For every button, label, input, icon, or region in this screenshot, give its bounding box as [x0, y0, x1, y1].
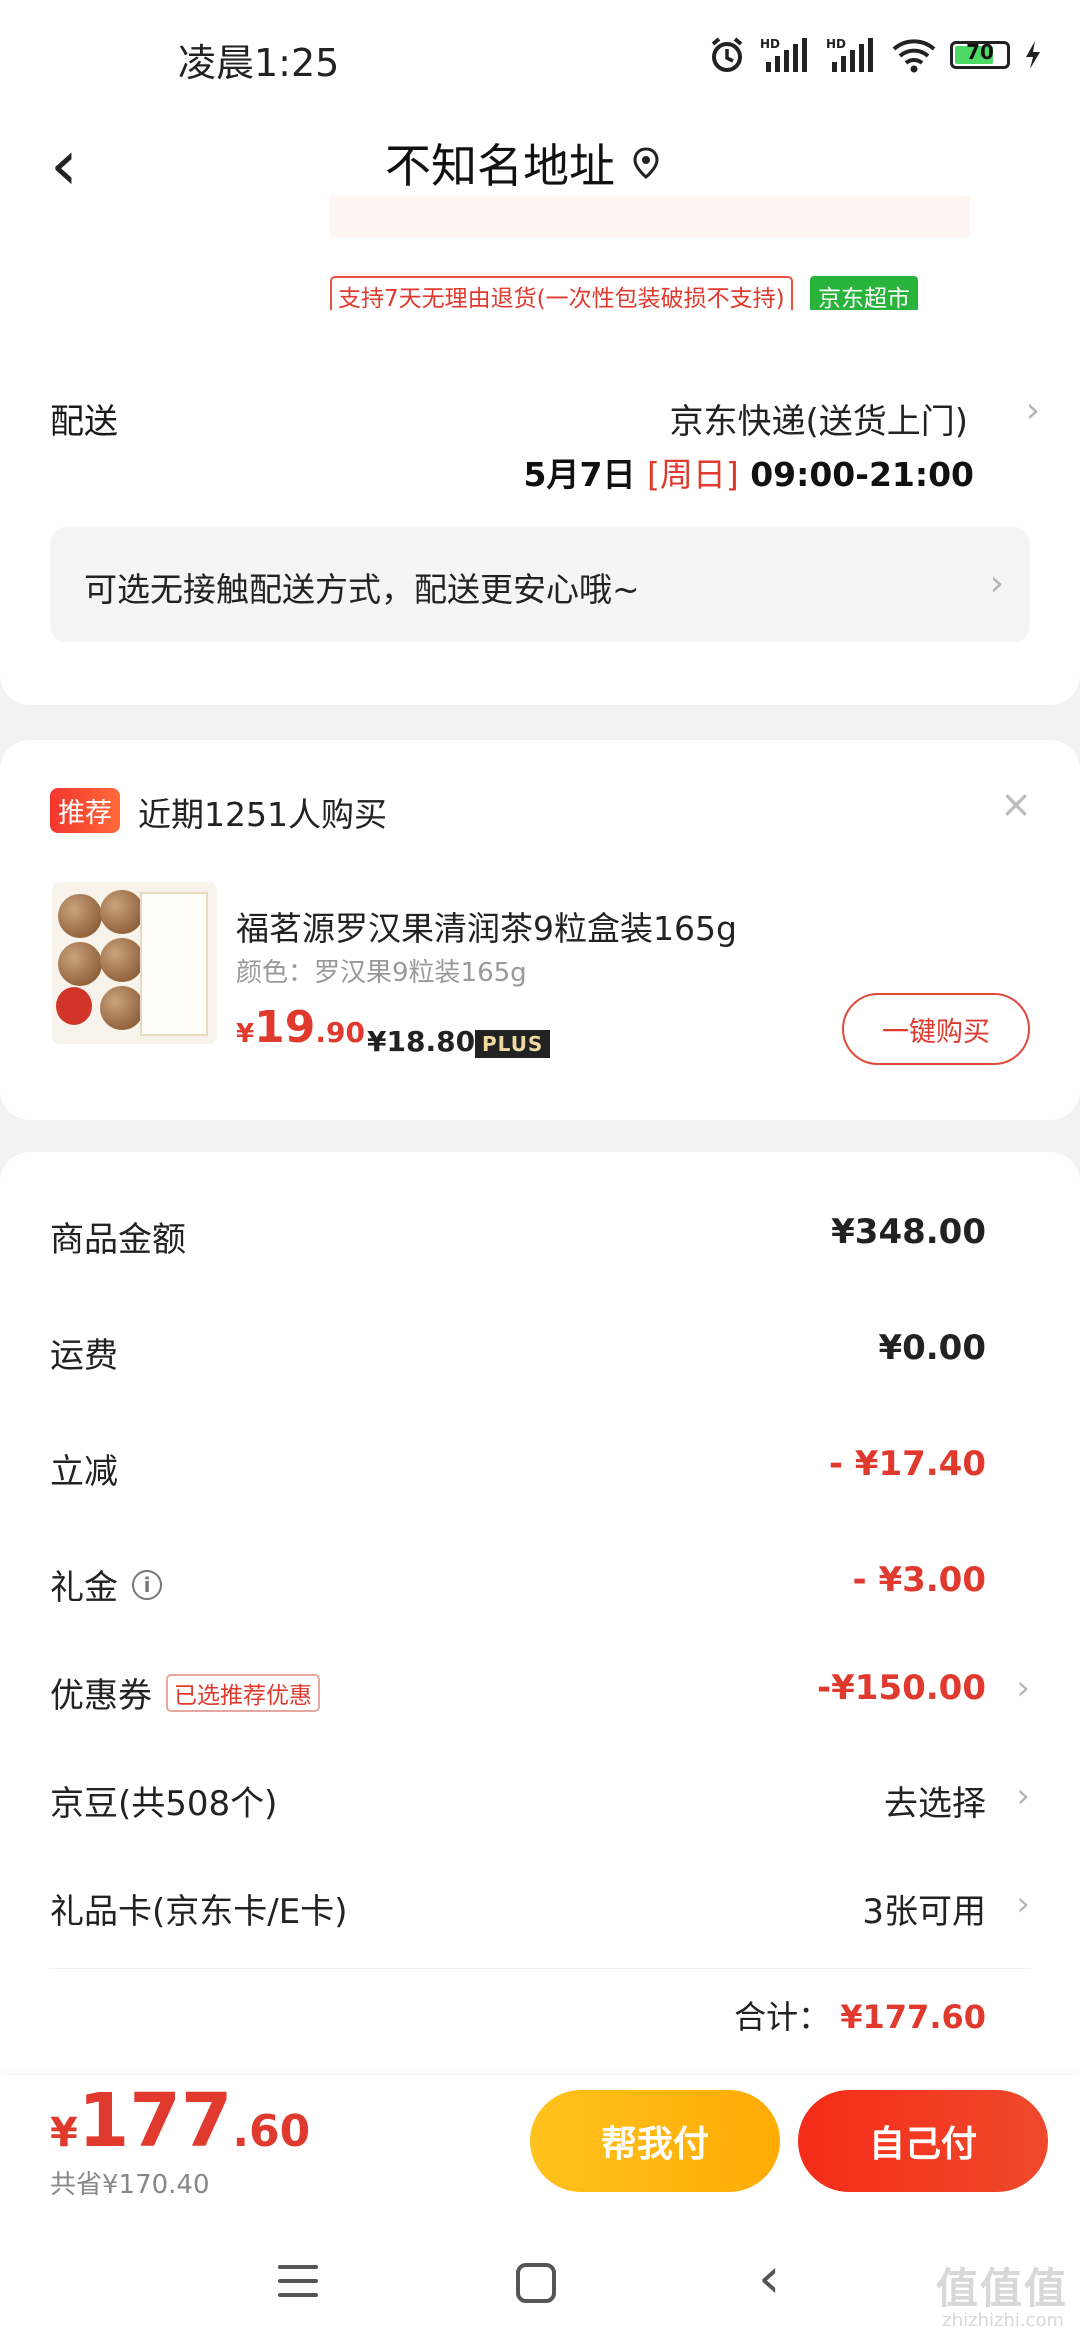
row-label-text: 礼金	[50, 1568, 118, 1608]
product-strip-scrolled	[330, 196, 970, 238]
battery-icon: 70	[950, 40, 1010, 69]
watermark: 值值值	[935, 2264, 1068, 2313]
contactless-tip: 可选无接触配送方式，配送更安心哦~	[84, 570, 640, 609]
contactless-delivery-option[interactable]: 可选无接触配送方式，配送更安心哦~ ›	[50, 527, 1030, 642]
saved-amount: 共省¥170.40	[50, 2170, 210, 2200]
watermark-url: zhizhizhi.com	[942, 2310, 1064, 2331]
delivery-weekday: [周日]	[646, 455, 739, 494]
chevron-right-icon: ›	[1016, 1776, 1030, 1816]
back-button[interactable]: ‹	[50, 130, 78, 200]
summary-row-discount: 立减 - ¥17.40	[50, 1444, 1030, 1504]
nav-back-icon[interactable]: ‹	[758, 2251, 780, 2307]
svg-text:HD: HD	[826, 37, 846, 51]
close-icon[interactable]: ×	[1000, 782, 1032, 826]
delivery-method[interactable]: 京东快递(送货上门)	[669, 394, 968, 443]
product-thumbnail[interactable]	[52, 882, 217, 1044]
chevron-right-icon: ›	[989, 563, 1004, 604]
delivery-window: 09:00-21:00	[750, 455, 974, 494]
row-label: 立减	[50, 1452, 118, 1492]
battery-level: 70	[966, 40, 994, 64]
system-nav-bar: ‹	[0, 2215, 1080, 2340]
row-label: 运费	[50, 1336, 118, 1376]
status-icons: HD HD 70	[708, 30, 1042, 80]
signal-1-icon: HD	[760, 37, 807, 72]
delivery-date: 5月7日	[523, 455, 636, 494]
home-icon[interactable]	[516, 2263, 556, 2303]
row-label: 礼品卡(京东卡/E卡)	[50, 1892, 348, 1932]
row-value: ¥348.00	[831, 1212, 986, 1252]
svg-text:HD: HD	[760, 37, 780, 51]
one-click-buy-button[interactable]: 一键购买	[842, 993, 1030, 1065]
summary-row-shipping: 运费 ¥0.00	[50, 1328, 1030, 1388]
row-label: 京豆(共508个)	[50, 1784, 278, 1824]
order-total: 合计： ¥177.60	[734, 1992, 986, 2038]
summary-row-coupon[interactable]: 优惠券 已选推荐优惠 -¥150.00 ›	[50, 1668, 1030, 1728]
row-label: 礼金 i	[50, 1560, 162, 1609]
product-variant: 颜色：罗汉果9粒装165g	[236, 958, 527, 988]
row-label-text: 优惠券	[50, 1676, 152, 1716]
page-title[interactable]: 不知名地址	[385, 130, 659, 196]
signal-2-icon: HD	[826, 37, 873, 72]
plus-badge: PLUS	[475, 1030, 551, 1058]
page-header: ‹ 不知名地址 支持7天无理由退货(一次性包装破损不支持) 京东超市	[0, 110, 1080, 316]
summary-row-goods: 商品金额 ¥348.00	[50, 1212, 1030, 1272]
address-title: 不知名地址	[385, 139, 615, 193]
delivery-label: 配送	[50, 402, 118, 442]
summary-row-gift-card[interactable]: 礼品卡(京东卡/E卡) 3张可用 ›	[50, 1884, 1030, 1944]
recommend-tag: 推荐	[50, 788, 120, 833]
delivery-card: 配送 京东快递(送货上门) › 5月7日 [周日] 09:00-21:00 可选…	[0, 310, 1080, 705]
alarm-icon	[711, 37, 743, 72]
pay-amount: ¥177.60	[50, 2078, 311, 2164]
product-name[interactable]: 福茗源罗汉果清润茶9粒盒装165g	[236, 902, 737, 950]
status-bar: 凌晨1:25 HD HD 70	[0, 0, 1080, 110]
row-label: 商品金额	[50, 1220, 186, 1260]
summary-row-jd-beans[interactable]: 京豆(共508个) 去选择 ›	[50, 1776, 1030, 1836]
product-price: ¥19.90	[236, 1002, 365, 1053]
chevron-right-icon: ›	[1016, 1884, 1030, 1924]
help-me-pay-button[interactable]: 帮我付	[530, 2090, 780, 2192]
charging-icon	[1026, 41, 1040, 69]
delivery-time[interactable]: 5月7日 [周日] 09:00-21:00	[524, 448, 974, 496]
row-value: ¥0.00	[878, 1328, 986, 1368]
plus-price: ¥18.80	[367, 1025, 476, 1058]
row-value: 3张可用	[862, 1892, 986, 1932]
recommend-card: 推荐 近期1251人购买 × 福茗源罗汉果清润茶9粒盒装165g 颜色：罗汉果9…	[0, 740, 1080, 1120]
summary-divider	[50, 1968, 1030, 1969]
row-value: -¥150.00	[817, 1668, 986, 1708]
pay-myself-button[interactable]: 自己付	[798, 2090, 1048, 2192]
summary-row-gift-money: 礼金 i - ¥3.00	[50, 1560, 1030, 1620]
wifi-icon	[892, 39, 936, 73]
row-value: - ¥17.40	[828, 1444, 986, 1484]
total-value: ¥177.60	[840, 1998, 986, 2036]
row-value: 去选择	[884, 1784, 986, 1824]
row-label: 优惠券 已选推荐优惠	[50, 1668, 320, 1717]
location-pin-icon	[633, 147, 659, 179]
recommend-text: 近期1251人购买	[138, 795, 387, 834]
coupon-selected-tag: 已选推荐优惠	[166, 1673, 320, 1712]
chevron-right-icon: ›	[1016, 1668, 1030, 1708]
info-icon[interactable]: i	[132, 1569, 162, 1600]
total-label: 合计：	[734, 1998, 831, 2036]
menu-icon[interactable]	[278, 2265, 318, 2307]
chevron-right-icon[interactable]: ›	[1026, 390, 1040, 431]
status-time: 凌晨1:25	[178, 41, 340, 85]
delivery-carrier: 京东快递(送货上门)	[669, 402, 968, 442]
row-value: - ¥3.00	[852, 1560, 987, 1600]
